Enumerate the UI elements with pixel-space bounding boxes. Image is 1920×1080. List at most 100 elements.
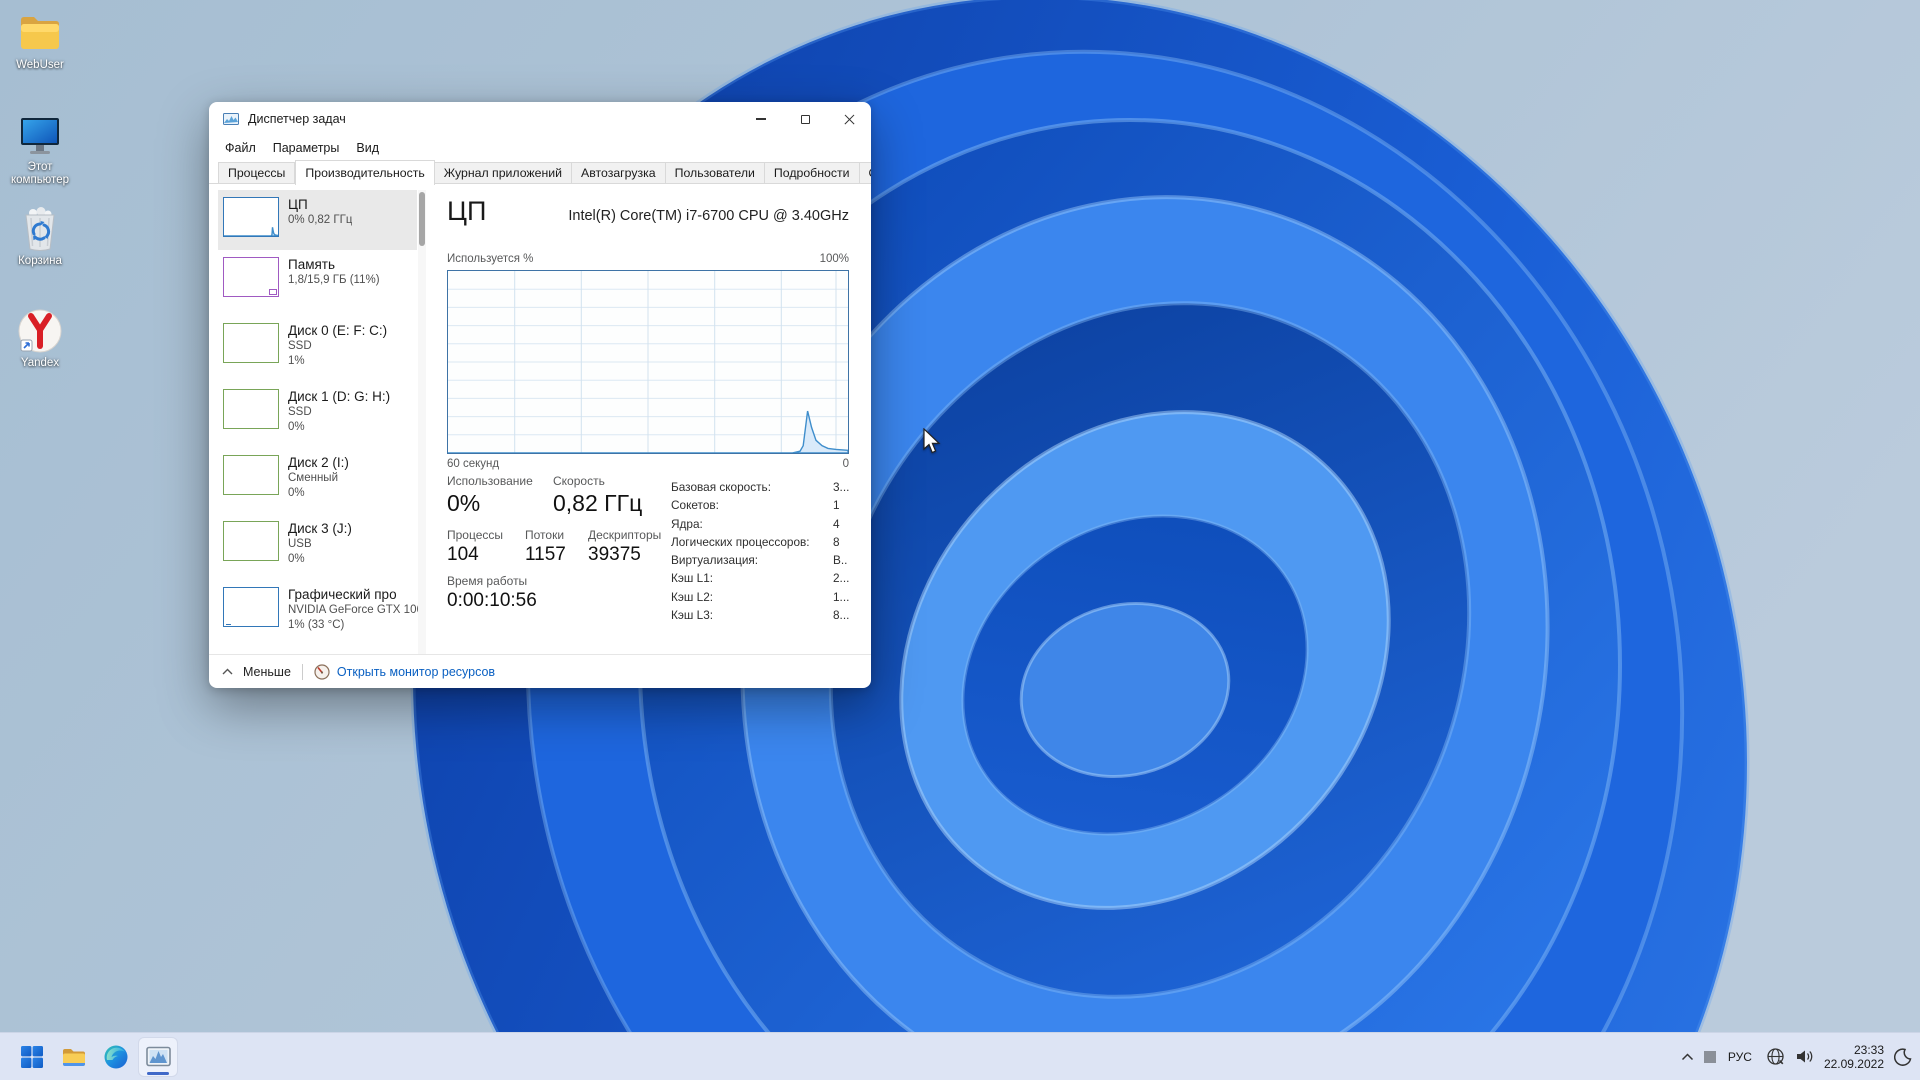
sidebar-item-disk2[interactable]: Диск 2 (I:) Сменный 0% [218,448,417,514]
performance-sidebar: ЦП 0% 0,82 ГГц Память 1,8/15,9 ГБ (11%) … [218,190,426,654]
sidebar-item-disk3[interactable]: Диск 3 (J:) USB 0% [218,514,417,580]
resource-monitor-icon [314,663,330,680]
task-manager-taskbar-button[interactable] [138,1036,178,1077]
computer-icon [17,112,63,158]
detail-label: Ядра: [671,516,703,531]
window-footer: Меньше Открыть монитор ресурсов [209,654,871,688]
maximize-button[interactable] [783,102,827,136]
sidebar-item-line: Сменный [288,472,338,484]
detail-row: Кэш L1: 2... [671,571,851,589]
network-globe-icon[interactable] [1766,1047,1785,1066]
sidebar-item-memory[interactable]: Память 1,8/15,9 ГБ (11%) [218,250,417,316]
stat-threads: Потоки 1157 [525,528,566,566]
cpu-model-name: Intel(R) Core(TM) i7-6700 CPU @ 3.40GHz [568,208,849,224]
detail-row: Кэш L3: 8... [671,608,851,626]
gpu-thumbnail [223,587,279,627]
tray-chevron-up-icon[interactable] [1681,1052,1694,1061]
desktop-icon-label: Корзина [18,255,62,267]
disk-thumbnail [223,323,279,363]
menu-file[interactable]: Файл [225,141,256,155]
sidebar-item-disk1[interactable]: Диск 1 (D: G: H:) SSD 0% [218,382,417,448]
chevron-up-icon [222,668,233,675]
menu-options[interactable]: Параметры [273,141,340,155]
sidebar-item-disk0[interactable]: Диск 0 (E: F: C:) SSD 1% [218,316,417,382]
task-manager-app-icon [223,113,239,125]
tab-services[interactable]: Службы [859,162,871,184]
cpu-details-list: Базовая скорость: 3... Сокетов: 1 Ядра: 4 Л… [671,480,851,626]
tab-users[interactable]: Пользователи [665,162,765,184]
volume-icon[interactable] [1795,1048,1814,1065]
taskbar-clock[interactable]: 23:33 22.09.2022 [1824,1043,1884,1071]
tab-strip: Процессы Производительность Журнал прило… [209,160,871,185]
tray-app-icon[interactable] [1703,1050,1716,1063]
cpu-usage-line [448,410,848,453]
sidebar-item-title: Диск 2 (I:) [288,455,349,470]
sidebar-item-title: Память [288,257,336,272]
clock-time: 23:33 [1853,1042,1884,1057]
file-explorer-button[interactable] [54,1037,94,1077]
recycle-bin-icon [17,206,63,252]
windows-start-icon [21,1045,43,1068]
tab-performance[interactable]: Производительность [295,160,435,185]
menu-view[interactable]: Вид [356,141,379,155]
desktop-icon-recycle-bin[interactable]: Корзина [0,206,80,268]
close-button[interactable] [827,102,871,136]
detail-value: 2... [833,571,850,586]
system-tray: РУС 23:33 22.09.2022 [1671,1033,1912,1080]
tab-startup[interactable]: Автозагрузка [572,162,666,184]
sidebar-item-title: Графический про [288,587,397,602]
open-resource-monitor-link[interactable]: Открыть монитор ресурсов [314,663,495,680]
divider [301,663,303,680]
desktop-icon-webuser[interactable]: WebUser [0,10,80,72]
detail-value: 1... [833,589,850,604]
detail-row: Логических процессоров: 8 [671,535,851,553]
scrollbar-thumb[interactable] [419,192,425,246]
stat-value: 0:00:10:56 [447,590,537,611]
edge-browser-button[interactable] [96,1037,136,1077]
language-indicator[interactable]: РУС [1728,1050,1752,1064]
stat-value: 0% [447,490,481,516]
detail-value: 8... [833,608,850,623]
minimize-icon [756,118,766,120]
sidebar-item-title: Диск 0 (E: F: C:) [288,323,388,338]
stat-uptime: Время работы 0:00:10:56 [447,574,537,612]
stat-value: 1157 [525,544,566,565]
detail-label: Виртуализация: [671,553,759,568]
disk-thumbnail [223,389,279,429]
detail-label: Кэш L1: [671,571,714,586]
sidebar-item-cpu[interactable]: ЦП 0% 0,82 ГГц [218,190,417,250]
graph-axis-row: 60 секунд 0 [447,458,849,470]
tab-details[interactable]: Подробности [764,162,860,184]
stat-processes: Процессы 104 [447,528,503,566]
close-icon [844,114,855,125]
desktop-icon-label: WebUser [16,59,64,71]
detail-label: Кэш L2: [671,589,714,604]
sidebar-scrollbar[interactable] [418,190,426,654]
tab-processes[interactable]: Процессы [218,162,296,184]
stat-label: Дескрипторы [588,528,662,542]
sidebar-item-line: 1,8/15,9 ГБ (11%) [288,274,380,286]
start-button[interactable] [12,1037,52,1077]
window-titlebar: Диспетчер задач [209,102,871,136]
detail-row: Сокетов: 1 [671,498,851,516]
fewer-details-button[interactable]: Меньше [222,665,291,679]
stat-usage: Использование 0% [447,474,533,517]
taskbar-app-icons [12,1033,178,1080]
sidebar-item-gpu[interactable]: Графический про NVIDIA GeForce GTX 106 1… [218,580,423,646]
minimize-button[interactable] [739,102,783,136]
cpu-usage-graph [447,270,849,454]
active-app-indicator [147,1071,169,1075]
desktop-icon-this-pc[interactable]: Этот компьютер [0,112,80,187]
sidebar-item-line: 1% [288,354,305,367]
detail-label: Сокетов: [671,498,719,513]
sidebar-item-line: 1% (33 °C) [288,618,345,631]
stat-label: Скорость [553,474,605,488]
focus-assist-moon-icon[interactable] [1894,1047,1912,1066]
stat-label: Процессы [447,528,504,542]
stat-value: 39375 [588,544,641,565]
stat-value: 0,82 ГГц [553,490,643,516]
desktop-icon-yandex[interactable]: Yandex [0,308,80,370]
tab-app-history[interactable]: Журнал приложений [434,162,573,184]
sidebar-item-title: Диск 3 (J:) [288,521,352,536]
window-title: Диспетчер задач [248,112,346,126]
